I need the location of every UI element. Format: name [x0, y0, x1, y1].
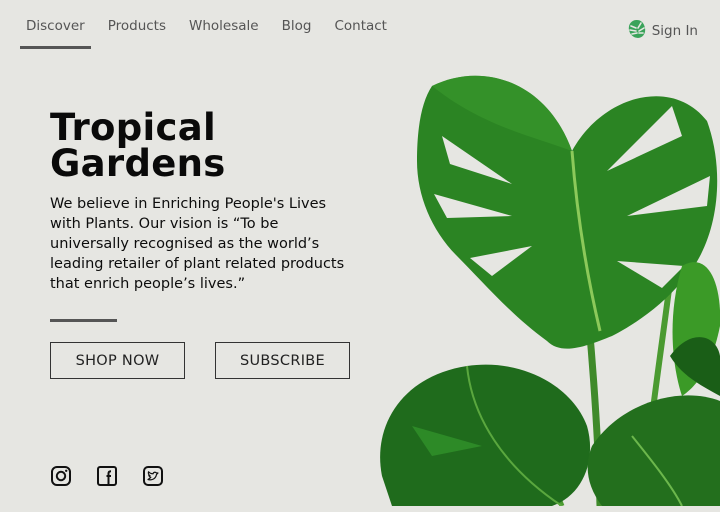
page-title: Tropical Gardens: [50, 109, 370, 185]
hero-description: We believe in Enriching People's Lives w…: [50, 196, 345, 292]
instagram-icon[interactable]: [50, 465, 72, 487]
nav-contact[interactable]: Contact: [328, 16, 393, 49]
title-line-2: Gardens: [50, 142, 226, 185]
sign-in-label: Sign In: [651, 23, 698, 39]
nav-wholesale[interactable]: Wholesale: [183, 16, 265, 49]
social-links: [50, 465, 164, 487]
sign-in-button[interactable]: Sign In: [627, 19, 698, 43]
monstera-plant-image: [380, 75, 720, 506]
shop-now-button[interactable]: SHOP NOW: [50, 342, 185, 379]
facebook-icon[interactable]: [96, 465, 118, 487]
subscribe-button[interactable]: SUBSCRIBE: [215, 342, 350, 379]
nav-discover[interactable]: Discover: [20, 16, 91, 49]
nav-blog[interactable]: Blog: [276, 16, 318, 49]
divider: [50, 319, 117, 322]
twitter-icon[interactable]: [142, 465, 164, 487]
monstera-leaf-icon: [627, 19, 647, 43]
main-nav: Discover Products Wholesale Blog Contact: [20, 16, 404, 49]
nav-products[interactable]: Products: [102, 16, 172, 49]
